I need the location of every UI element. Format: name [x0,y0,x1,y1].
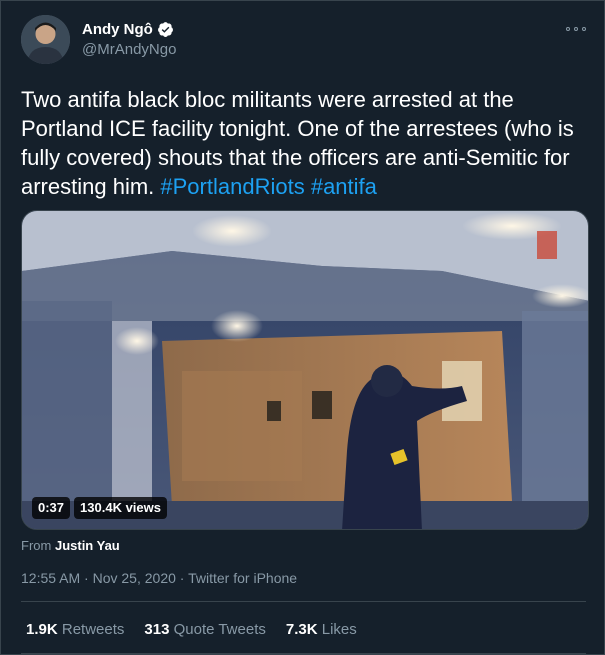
author-names: Andy Ngô @MrAndyNgo [82,19,176,59]
tweet-card: Andy Ngô @MrAndyNgo Two antifa black blo… [0,0,605,655]
video-player[interactable]: 0:37 130.4K views [21,210,589,530]
verified-badge-icon [157,21,173,37]
quotes-label: Quote Tweets [173,621,266,638]
attribution-prefix: From [21,538,52,553]
tweet-meta: 12:55 AM · Nov 25, 2020 · Twitter for iP… [21,570,297,586]
divider [21,601,586,602]
meta-separator: · [84,570,89,586]
meta-separator: · [179,570,185,586]
hashtag-link[interactable]: #antifa [311,174,377,199]
more-options-icon[interactable] [566,23,586,35]
video-views-badge: 130.4K views [74,497,167,519]
video-frame [22,211,588,529]
tweet-stats: 1.9K Retweets 313 Quote Tweets 7.3K Like… [26,621,357,638]
avatar[interactable] [21,15,70,64]
quotes-count: 313 [144,621,170,638]
retweets-stat[interactable]: 1.9K Retweets [26,621,124,638]
video-badges: 0:37 130.4K views [32,497,167,519]
author-display-name[interactable]: Andy Ngô [82,21,153,38]
author-handle[interactable]: @MrAndyNgo [82,41,176,58]
divider [21,653,586,654]
attribution-name[interactable]: Justin Yau [55,538,120,553]
media-attribution: From Justin Yau [21,538,120,553]
likes-stat[interactable]: 7.3K Likes [286,621,357,638]
likes-label: Likes [321,621,357,638]
hashtag-link[interactable]: #PortlandRiots [160,174,304,199]
retweets-count: 1.9K [26,621,58,638]
quote-tweets-stat[interactable]: 313 Quote Tweets [144,621,265,638]
tweet-source[interactable]: Twitter for iPhone [188,570,297,586]
retweets-label: Retweets [61,621,125,638]
tweet-time[interactable]: 12:55 AM [21,570,80,586]
video-duration-badge: 0:37 [32,497,71,519]
likes-count: 7.3K [285,621,318,638]
tweet-date[interactable]: Nov 25, 2020 [93,570,176,586]
tweet-text: Two antifa black bloc militants were arr… [21,85,591,201]
tweet-header: Andy Ngô @MrAndyNgo [21,15,586,65]
